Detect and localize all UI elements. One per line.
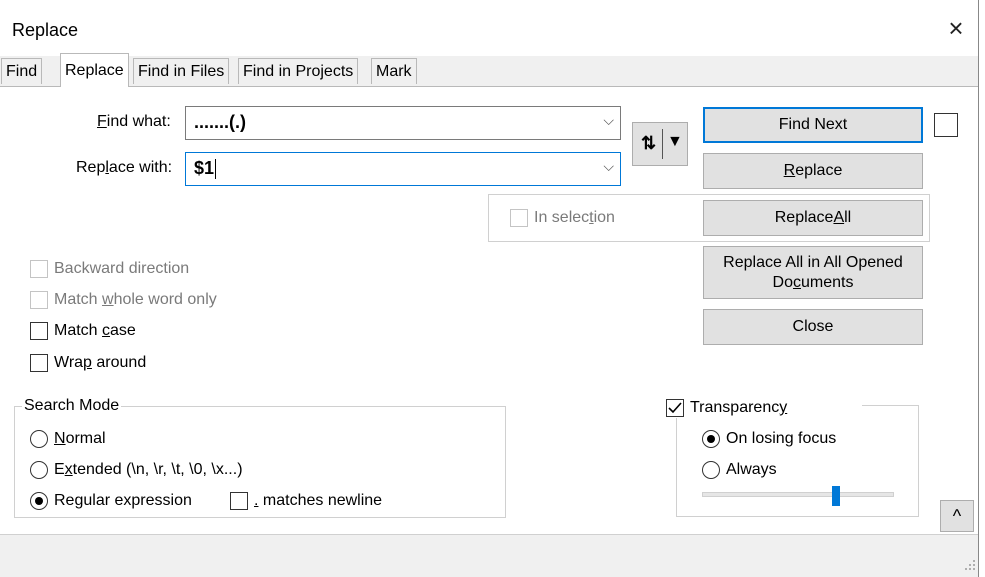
title-bar: Replace × [0,0,978,56]
always-radio[interactable] [702,461,720,479]
find-what-label: Find what: [97,113,171,130]
replace-with-label: Replace with: [76,159,173,176]
find-next-button[interactable]: Find Next [703,107,923,143]
find-next-option-checkbox[interactable] [934,113,958,137]
radio-selected-dot [707,435,715,443]
matches-newline-label: . matches newline [254,492,383,509]
checkmark-icon [668,402,682,414]
close-button[interactable]: Close [703,309,923,345]
tab-find[interactable]: Find [1,58,43,84]
close-window-icon[interactable]: × [936,8,976,48]
replace-all-in-opened-documents-button[interactable]: Replace All in All Opened Documents [703,246,923,299]
divider [662,129,663,159]
chevron-down-icon[interactable]: ⌵ [603,112,614,129]
extended-mode-radio[interactable] [30,461,48,479]
backward-direction-checkbox[interactable] [30,260,48,278]
tab-mark[interactable]: Mark [371,58,417,84]
find-what-value: .......(.) [194,112,246,132]
tab-replace[interactable]: Replace [60,53,129,87]
on-losing-focus-radio[interactable] [702,430,720,448]
transparency-checkbox[interactable] [666,399,684,417]
match-case-checkbox[interactable] [30,322,48,340]
in-selection-label: In selection [534,209,615,226]
regex-mode-radio[interactable] [30,492,48,510]
window-title: Replace [12,20,79,40]
replace-with-combobox[interactable]: $1 ⌵ [185,152,621,186]
resize-grip-icon[interactable] [962,557,976,571]
always-label: Always [726,461,777,478]
find-what-combobox[interactable]: .......(.) ⌵ [185,106,621,140]
swap-icon: ⇅ [641,133,657,153]
match-whole-word-label: Match whole word only [54,291,217,308]
wrap-around-checkbox[interactable] [30,354,48,372]
in-selection-checkbox[interactable] [510,209,528,227]
backward-direction-label: Backward direction [54,260,190,277]
tab-find-in-projects[interactable]: Find in Projects [238,58,359,84]
transparency-slider-track[interactable] [702,492,894,497]
normal-mode-label: Normal [54,430,106,447]
radio-selected-dot [35,497,43,505]
swap-find-replace-button[interactable]: ⇅ ▼ [632,122,688,166]
wrap-around-label: Wrap around [54,354,147,371]
replace-with-value: $1 [194,158,215,178]
matches-newline-checkbox[interactable] [230,492,248,510]
tab-find-in-files[interactable]: Find in Files [133,58,230,84]
match-whole-word-checkbox[interactable] [30,291,48,309]
status-footer [0,534,978,577]
on-losing-focus-label: On losing focus [726,430,837,447]
transparency-slider-thumb[interactable] [832,486,841,506]
extended-mode-label: Extended (\n, \r, \t, \0, \x...) [54,461,243,478]
dropdown-arrow-icon[interactable]: ▼ [667,133,683,151]
match-case-label: Match case [54,322,136,339]
transparency-label: Transparency [690,399,788,416]
replace-all-button[interactable]: Replace All [703,200,923,236]
chevron-down-icon[interactable]: ⌵ [603,158,614,175]
replace-button[interactable]: Replace [703,153,923,189]
normal-mode-radio[interactable] [30,430,48,448]
regex-mode-label: Regular expression [54,492,192,509]
search-mode-title: Search Mode [22,397,122,415]
collapse-up-button[interactable]: ^ [940,500,974,532]
text-caret [215,159,217,180]
